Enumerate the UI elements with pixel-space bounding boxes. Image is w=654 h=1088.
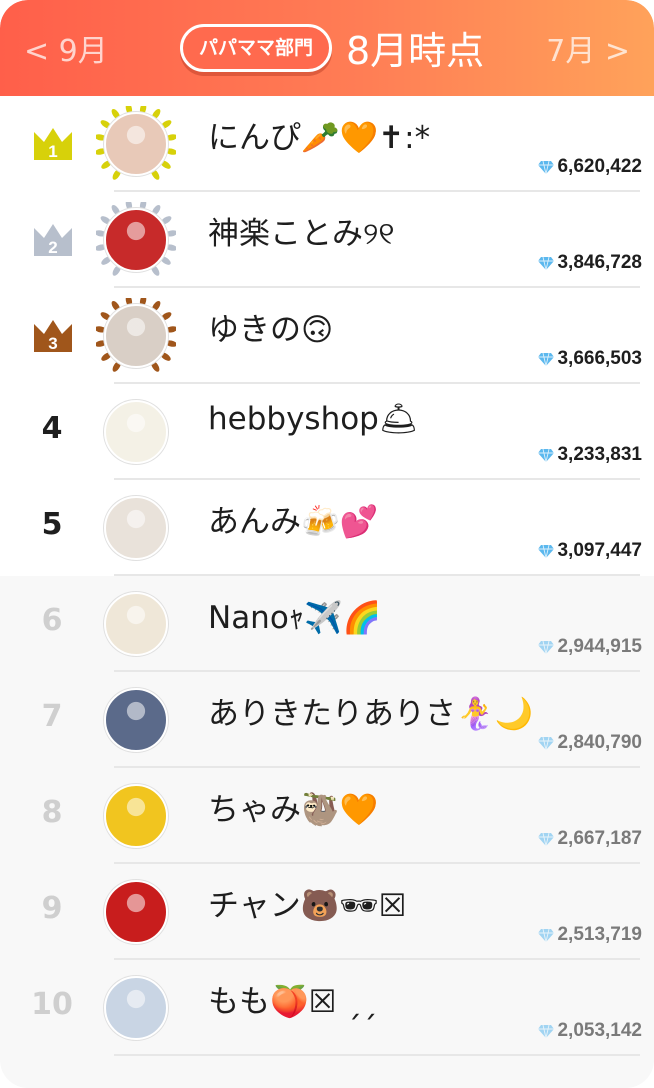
- ranking-row[interactable]: 4 hebbyshop🛎 3,233,831: [0, 384, 654, 480]
- diamond-icon: [538, 256, 555, 270]
- avatar[interactable]: [104, 976, 168, 1040]
- avatar-wrap: [96, 586, 176, 666]
- avatar-wrap: [94, 102, 178, 186]
- user-name[interactable]: ゆきの🙃: [208, 304, 333, 349]
- ranking-card: < 9月 パパママ部門 8月時点 7月 > 1 にんぴ🥕🧡✝︎:* 6,620,42…: [0, 0, 654, 1088]
- score: 3,666,503: [537, 348, 642, 370]
- next-month-button[interactable]: 7月 >: [546, 26, 630, 70]
- avatar-wrap: [94, 294, 178, 378]
- crown-rank-number: 2: [48, 238, 57, 257]
- avatar[interactable]: [104, 112, 168, 176]
- score: 2,840,790: [537, 732, 642, 754]
- ranking-row[interactable]: 7 ありきたりありさ🧜‍♀️🌙 2,840,790: [0, 672, 654, 768]
- score-value: 2,513,719: [557, 924, 642, 945]
- avatar-wrap: [94, 198, 178, 282]
- diamond-icon: [538, 544, 555, 558]
- avatar[interactable]: [104, 304, 168, 368]
- gold-crown-icon: 1: [32, 126, 74, 162]
- avatar-wrap: [96, 682, 176, 762]
- avatar-wrap: [96, 970, 176, 1050]
- avatar[interactable]: [104, 688, 168, 752]
- avatar[interactable]: [104, 592, 168, 656]
- diamond-icon: [538, 352, 555, 366]
- silver-crown-icon: 2: [32, 222, 74, 258]
- score: 3,846,728: [537, 252, 642, 274]
- rank-number: 8: [41, 795, 63, 830]
- rank-number: 9: [41, 891, 63, 926]
- diamond-icon: [538, 928, 555, 942]
- ranking-row[interactable]: 5 あんみ🍻💕 3,097,447: [0, 480, 654, 576]
- avatar[interactable]: [104, 784, 168, 848]
- score: 3,233,831: [537, 444, 642, 466]
- crown-rank-number: 3: [48, 334, 57, 353]
- user-name[interactable]: もも🍑☒ ˏˏ: [208, 976, 377, 1021]
- diamond-icon: [538, 640, 555, 654]
- prev-month-button[interactable]: < 9月: [24, 26, 108, 70]
- avatar[interactable]: [104, 880, 168, 944]
- avatar[interactable]: [104, 400, 168, 464]
- score-value: 6,620,422: [557, 156, 642, 177]
- score-value: 2,944,915: [557, 636, 642, 657]
- score-value: 3,846,728: [557, 252, 642, 273]
- score: 6,620,422: [537, 156, 642, 178]
- score: 2,944,915: [537, 636, 642, 658]
- user-name[interactable]: チャン🐻🕶☒: [208, 880, 406, 925]
- score-value: 3,233,831: [557, 444, 642, 465]
- avatar[interactable]: [104, 208, 168, 272]
- rank-number: 10: [31, 987, 73, 1022]
- score-value: 2,053,142: [557, 1020, 642, 1041]
- ranking-row[interactable]: 8 ちゃみ🦥🧡 2,667,187: [0, 768, 654, 864]
- ranking-row[interactable]: 2 神楽ことみ୨୧ 3,846,728: [0, 192, 654, 288]
- score-value: 3,097,447: [557, 540, 642, 561]
- ranking-row[interactable]: 6 Nanoｬ✈️🌈 2,944,915: [0, 576, 654, 672]
- diamond-icon: [538, 1024, 555, 1038]
- user-name[interactable]: Nanoｬ✈️🌈: [208, 592, 382, 637]
- score: 2,513,719: [537, 924, 642, 946]
- score-value: 2,667,187: [557, 828, 642, 849]
- diamond-icon: [538, 736, 555, 750]
- rank-number: 5: [41, 507, 63, 542]
- avatar-wrap: [96, 394, 176, 474]
- ranking-header: < 9月 パパママ部門 8月時点 7月 >: [0, 0, 654, 96]
- score: 2,053,142: [537, 1020, 642, 1042]
- ranking-list: 1 にんぴ🥕🧡✝︎:* 6,620,422 2 神楽ことみ୨୧ 3,846,728 3 ゆきの…: [0, 96, 654, 1056]
- user-name[interactable]: 神楽ことみ୨୧: [208, 208, 395, 253]
- score-value: 3,666,503: [557, 348, 642, 369]
- avatar-wrap: [96, 490, 176, 570]
- row-divider: [114, 1054, 640, 1056]
- category-pill[interactable]: パパママ部門: [180, 24, 333, 72]
- ranking-row[interactable]: 3 ゆきの🙃 3,666,503: [0, 288, 654, 384]
- score: 2,667,187: [537, 828, 642, 850]
- avatar-wrap: [96, 778, 176, 858]
- avatar[interactable]: [104, 496, 168, 560]
- user-name[interactable]: ちゃみ🦥🧡: [208, 784, 378, 829]
- avatar-wrap: [96, 874, 176, 954]
- rank-number: 7: [41, 699, 63, 734]
- user-name[interactable]: hebbyshop🛎: [208, 400, 418, 437]
- diamond-icon: [538, 832, 555, 846]
- period-title: 8月時点: [346, 29, 485, 73]
- rank-number: 4: [41, 411, 63, 446]
- bronze-crown-icon: 3: [32, 318, 74, 354]
- score-value: 2,840,790: [557, 732, 642, 753]
- ranking-row[interactable]: 9 チャン🐻🕶☒ 2,513,719: [0, 864, 654, 960]
- ranking-row[interactable]: 10 もも🍑☒ ˏˏ 2,053,142: [0, 960, 654, 1056]
- user-name[interactable]: あんみ🍻💕: [208, 496, 378, 541]
- score: 3,097,447: [537, 540, 642, 562]
- user-name[interactable]: ありきたりありさ🧜‍♀️🌙: [208, 688, 533, 733]
- rank-number: 6: [41, 603, 63, 638]
- user-name[interactable]: にんぴ🥕🧡✝︎:*: [208, 112, 430, 157]
- ranking-row[interactable]: 1 にんぴ🥕🧡✝︎:* 6,620,422: [0, 96, 654, 192]
- diamond-icon: [538, 448, 555, 462]
- crown-rank-number: 1: [48, 142, 57, 161]
- diamond-icon: [538, 160, 555, 174]
